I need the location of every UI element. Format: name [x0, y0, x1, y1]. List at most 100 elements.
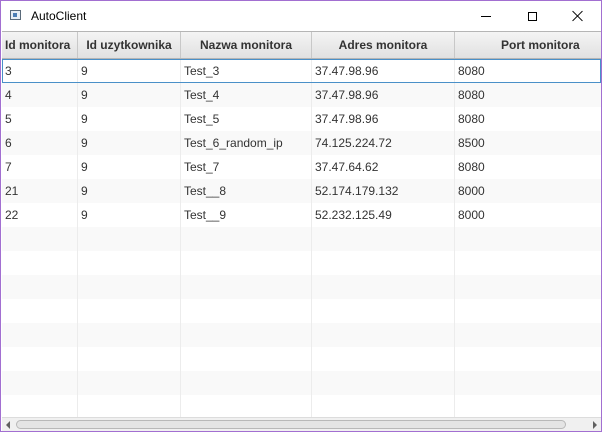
empty-table-row[interactable]: [2, 227, 601, 251]
empty-table-row[interactable]: [2, 251, 601, 275]
cell-id-monitora: 5: [2, 107, 78, 131]
cell-nazwa-monitora: [181, 251, 312, 275]
table-header: Id monitora Id uzytkownika Nazwa monitor…: [2, 32, 601, 59]
cell-id-uzytkownika: 9: [78, 107, 181, 131]
cell-adres-monitora: [312, 395, 455, 418]
cell-nazwa-monitora: [181, 395, 312, 418]
monitors-table[interactable]: Id monitora Id uzytkownika Nazwa monitor…: [2, 31, 601, 418]
horizontal-scrollbar[interactable]: [2, 417, 601, 431]
cell-id-monitora: 22: [2, 203, 78, 227]
cell-adres-monitora: [312, 323, 455, 347]
cell-id-monitora: [2, 227, 78, 251]
cell-port-monitora: [455, 323, 601, 347]
cell-port-monitora: 8000: [458, 184, 485, 198]
cell-nazwa-monitora: [181, 347, 312, 371]
cell-id-monitora: [2, 347, 78, 371]
empty-table-row[interactable]: [2, 371, 601, 395]
cell-port-monitora: 8080: [458, 88, 485, 102]
cell-id-uzytkownika: 9: [78, 179, 181, 203]
cell-id-uzytkownika: 9: [78, 59, 181, 83]
table-row[interactable]: 6 9 Test_6_random_ip 74.125.224.72 8500: [2, 131, 601, 155]
cell-adres-monitora: 37.47.98.96: [312, 59, 455, 83]
cell-port-monitora: 8000: [458, 208, 485, 222]
column-header-id-uzytkownika[interactable]: Id uzytkownika: [78, 32, 181, 58]
cell-port-monitora: 8080: [458, 64, 485, 78]
cell-id-uzytkownika: [78, 275, 181, 299]
maximize-icon: [527, 11, 537, 21]
cell-port-monitora: 8500: [458, 136, 485, 150]
cell-id-uzytkownika: 9: [78, 203, 181, 227]
cell-id-uzytkownika: [78, 251, 181, 275]
cell-id-uzytkownika: [78, 227, 181, 251]
column-header-nazwa-monitora[interactable]: Nazwa monitora: [181, 32, 312, 58]
cell-nazwa-monitora: Test_5: [181, 107, 312, 131]
cell-nazwa-monitora: [181, 323, 312, 347]
cell-adres-monitora: 74.125.224.72: [312, 131, 455, 155]
close-icon: [572, 10, 584, 22]
scroll-right-icon[interactable]: [593, 421, 597, 429]
cell-id-monitora: 6: [2, 131, 78, 155]
cell-port-monitora: [455, 347, 601, 371]
column-header-port-monitora[interactable]: Port monitora: [455, 32, 601, 58]
cell-adres-monitora: [312, 299, 455, 323]
cell-id-monitora: 21: [2, 179, 78, 203]
cell-adres-monitora: 37.47.98.96: [312, 83, 455, 107]
cell-nazwa-monitora: [181, 371, 312, 395]
minimize-button[interactable]: [463, 1, 509, 31]
cell-nazwa-monitora: Test__9: [181, 203, 312, 227]
minimize-icon: [481, 15, 491, 17]
cell-nazwa-monitora: [181, 275, 312, 299]
cell-port-monitora: [455, 251, 601, 275]
cell-adres-monitora: [312, 227, 455, 251]
cell-adres-monitora: 37.47.64.62: [312, 155, 455, 179]
table-row[interactable]: 7 9 Test_7 37.47.64.62 8080: [2, 155, 601, 179]
cell-id-monitora: [2, 323, 78, 347]
cell-nazwa-monitora: Test_6_random_ip: [181, 131, 312, 155]
column-header-id-monitora[interactable]: Id monitora: [2, 32, 78, 58]
cell-adres-monitora: 52.174.179.132: [312, 179, 455, 203]
scrollbar-thumb[interactable]: [16, 420, 566, 429]
cell-id-monitora: [2, 395, 78, 418]
cell-id-monitora: [2, 275, 78, 299]
empty-table-row[interactable]: [2, 299, 601, 323]
empty-table-row[interactable]: [2, 395, 601, 418]
cell-id-monitora: 7: [2, 155, 78, 179]
cell-adres-monitora: [312, 251, 455, 275]
cell-adres-monitora: 37.47.98.96: [312, 107, 455, 131]
cell-id-monitora: [2, 299, 78, 323]
table-row[interactable]: 22 9 Test__9 52.232.125.49 8000: [2, 203, 601, 227]
cell-adres-monitora: [312, 347, 455, 371]
scroll-left-icon[interactable]: [6, 421, 10, 429]
cell-id-uzytkownika: [78, 371, 181, 395]
cell-id-monitora: 3: [2, 59, 78, 83]
table-row[interactable]: 21 9 Test__8 52.174.179.132 8000: [2, 179, 601, 203]
cell-nazwa-monitora: Test_3: [181, 59, 312, 83]
cell-adres-monitora: 52.232.125.49: [312, 203, 455, 227]
cell-id-uzytkownika: [78, 395, 181, 418]
table-row[interactable]: 4 9 Test_4 37.47.98.96 8080: [2, 83, 601, 107]
maximize-button[interactable]: [509, 1, 555, 31]
cell-nazwa-monitora: Test_7: [181, 155, 312, 179]
cell-port-monitora: [455, 371, 601, 395]
table-body: 3 9 Test_3 37.47.98.96 8080 4 9 Test_4 37.47.98.…: [2, 59, 601, 418]
column-header-adres-monitora[interactable]: Adres monitora: [312, 32, 455, 58]
title-bar[interactable]: AutoClient: [1, 1, 601, 31]
empty-table-row[interactable]: [2, 275, 601, 299]
cell-id-uzytkownika: 9: [78, 131, 181, 155]
table-row[interactable]: 5 9 Test_5 37.47.98.96 8080: [2, 107, 601, 131]
cell-id-uzytkownika: [78, 347, 181, 371]
close-button[interactable]: [555, 1, 601, 31]
cell-adres-monitora: [312, 275, 455, 299]
cell-id-uzytkownika: [78, 323, 181, 347]
cell-nazwa-monitora: [181, 227, 312, 251]
empty-table-row[interactable]: [2, 347, 601, 371]
cell-id-monitora: 4: [2, 83, 78, 107]
table-row[interactable]: 3 9 Test_3 37.47.98.96 8080: [2, 59, 601, 83]
cell-nazwa-monitora: [181, 299, 312, 323]
cell-port-monitora: [455, 227, 601, 251]
cell-port-monitora: [455, 275, 601, 299]
window-title: AutoClient: [31, 9, 87, 23]
cell-nazwa-monitora: Test_4: [181, 83, 312, 107]
empty-table-row[interactable]: [2, 323, 601, 347]
cell-id-uzytkownika: 9: [78, 83, 181, 107]
